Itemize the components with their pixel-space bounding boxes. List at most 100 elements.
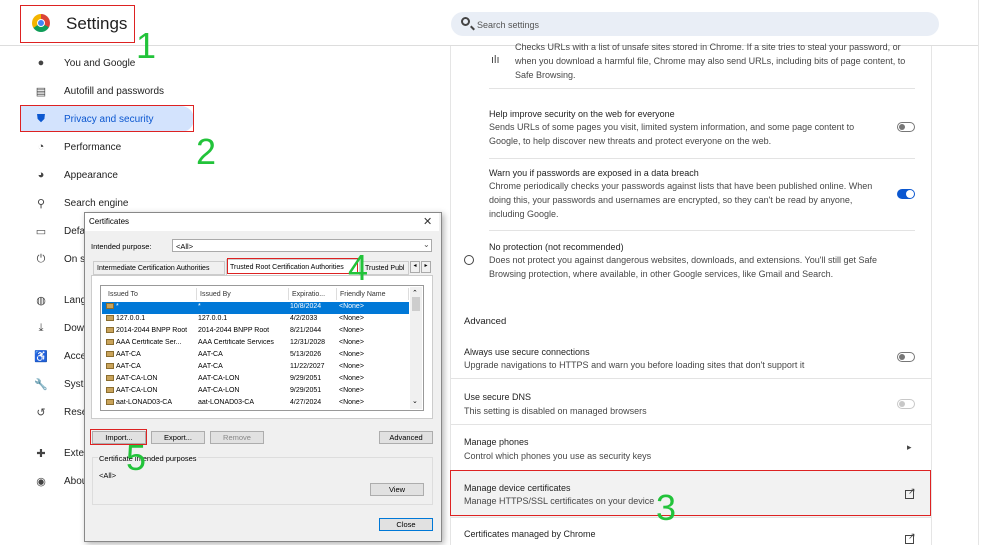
- list-scrollbar[interactable]: ⌃ ⌄: [410, 287, 422, 409]
- search-input[interactable]: [475, 12, 919, 38]
- no-protection-radio[interactable]: [464, 255, 474, 265]
- wrench-icon: 🔧: [34, 378, 48, 391]
- table-row[interactable]: AAT-CA-LON AAT-CA-LON 9/29/2051 <None>: [102, 386, 409, 398]
- table-cell: AAT-CA-LON: [106, 375, 196, 382]
- sidebar-item-label: Autofill and passwords: [64, 85, 165, 97]
- sidebar-item-label: Exte: [64, 447, 85, 459]
- password-breach-toggle[interactable]: [897, 189, 915, 199]
- view-button[interactable]: View: [370, 483, 424, 496]
- table-cell: <None>: [339, 339, 409, 346]
- table-row[interactable]: 2014-2044 BNPP Root 2014-2044 BNPP Root 8/…: [102, 326, 409, 338]
- divider: [489, 88, 915, 89]
- power-icon: ⏻: [36, 252, 46, 265]
- table-row[interactable]: AAT-CA AAT-CA 11/22/2027 <None>: [102, 362, 409, 374]
- table-cell: aat-LONAD03-CA: [198, 399, 288, 406]
- divider: [451, 424, 931, 425]
- sidebar-item-appearance[interactable]: ◕ Appearance: [20, 162, 194, 188]
- cell-text: *: [116, 303, 119, 310]
- cell-text: <None>: [339, 339, 364, 346]
- sidebar-item-you-and-google[interactable]: ● You and Google: [20, 50, 194, 76]
- column-expiration[interactable]: Expiratio...: [289, 288, 337, 300]
- cell-text: 9/29/2051: [290, 387, 322, 394]
- sidebar-item-performance[interactable]: ◔ Performance: [20, 134, 194, 160]
- cell-text: 2014-2044 BNPP Root: [116, 327, 188, 334]
- cell-text: AAT-CA: [198, 363, 223, 370]
- table-cell: *: [106, 303, 196, 310]
- table-cell: AAT-CA: [106, 363, 196, 370]
- cell-text: 8/21/2044: [290, 327, 322, 334]
- table-row[interactable]: AAA Certificate Ser... AAA Certificate Se…: [102, 338, 409, 350]
- close-icon[interactable]: ✕: [423, 215, 432, 228]
- cell-text: 12/31/2028: [290, 339, 326, 346]
- cell-text: *: [198, 303, 201, 310]
- column-friendly-name[interactable]: Friendly Name: [337, 288, 409, 300]
- cell-text: <None>: [339, 351, 364, 358]
- table-cell: AAA Certificate Services: [198, 339, 288, 346]
- manage-phones-title[interactable]: Manage phones: [464, 437, 529, 447]
- table-cell: AAT-CA-LON: [198, 387, 288, 394]
- table-cell: 4/27/2024: [290, 399, 336, 406]
- annotation-box-trusted-root-tab: [227, 258, 358, 274]
- search-bar[interactable]: [451, 12, 939, 38]
- tab-trusted-publishers[interactable]: Trusted Publ: [361, 261, 409, 275]
- close-button[interactable]: Close: [379, 518, 433, 531]
- tab-scroll-right-icon[interactable]: ▸: [421, 261, 431, 273]
- export-button[interactable]: Export...: [151, 431, 205, 444]
- advanced-heading: Advanced: [464, 316, 507, 327]
- secure-connections-toggle[interactable]: [897, 352, 915, 362]
- cell-text: <None>: [339, 363, 364, 370]
- sidebar-item-autofill[interactable]: ▤ Autofill and passwords: [20, 78, 194, 104]
- table-cell: 12/31/2028: [290, 339, 336, 346]
- cell-text: 5/13/2026: [290, 351, 322, 358]
- table-cell: <None>: [339, 303, 409, 310]
- table-cell: <None>: [339, 351, 409, 358]
- certificate-list[interactable]: Issued To Issued By Expiratio... Friendl…: [100, 285, 424, 411]
- sidebar-item-label: Defa: [64, 225, 86, 237]
- table-row[interactable]: * * 10/8/2024 <None>: [102, 302, 409, 314]
- table-row[interactable]: 127.0.0.1 127.0.0.1 4/2/2033 <None>: [102, 314, 409, 326]
- intended-purpose-select[interactable]: <All> ⌄: [172, 239, 432, 252]
- chevron-right-icon[interactable]: ▸: [907, 442, 912, 453]
- table-row[interactable]: AAT-CA-LON AAT-CA-LON 9/29/2051 <None>: [102, 374, 409, 386]
- table-cell: 5/13/2026: [290, 351, 336, 358]
- history-icon: ↺: [36, 406, 46, 419]
- help-improve-toggle[interactable]: [897, 122, 915, 132]
- cell-text: <None>: [339, 315, 364, 322]
- cell-text: aat-LONAD03-CA: [198, 399, 255, 406]
- certificate-icon: [106, 351, 114, 358]
- table-cell: <None>: [339, 399, 409, 406]
- table-row[interactable]: AAT-CA AAT-CA 5/13/2026 <None>: [102, 350, 409, 362]
- sidebar-item-label: Appearance: [64, 169, 118, 181]
- sidebar-item-label: On s: [64, 253, 86, 265]
- table-cell: <None>: [339, 375, 409, 382]
- cell-text: AAT-CA: [116, 363, 141, 370]
- no-protection-description: Does not protect you against dangerous w…: [489, 255, 877, 279]
- help-improve-description: Sends URLs of some pages you visit, limi…: [489, 122, 855, 146]
- purposes-label: Certificate intended purposes: [98, 454, 198, 463]
- page-scrollbar[interactable]: [978, 0, 979, 545]
- tab-intermediate-ca[interactable]: Intermediate Certification Authorities: [93, 261, 225, 275]
- chrome-certificates-title[interactable]: Certificates managed by Chrome: [464, 529, 596, 539]
- column-issued-by[interactable]: Issued By: [197, 288, 289, 300]
- dialog-titlebar[interactable]: [85, 213, 439, 231]
- help-improve-title: Help improve security on the web for eve…: [489, 109, 675, 119]
- cell-text: <None>: [339, 387, 364, 394]
- table-cell: 4/2/2033: [290, 315, 336, 322]
- cell-text: aat-LONAD03-CA: [116, 399, 173, 406]
- scroll-down-icon[interactable]: ⌄: [412, 397, 418, 405]
- secure-connections-description: Upgrade navigations to HTTPS and warn yo…: [464, 360, 805, 370]
- scroll-thumb[interactable]: [412, 297, 420, 311]
- certificate-icon: [106, 399, 114, 406]
- table-row[interactable]: aat-LONAD03-CA aat-LONAD03-CA 4/27/2024 <No…: [102, 398, 409, 410]
- remove-button: Remove: [210, 431, 264, 444]
- external-link-icon[interactable]: [905, 531, 916, 544]
- sidebar-item-label: Search engine: [64, 197, 129, 209]
- palette-icon: ◕: [37, 169, 45, 181]
- column-issued-to[interactable]: Issued To: [105, 288, 197, 300]
- cell-text: AAT-CA-LON: [198, 375, 240, 382]
- tab-scroll-left-icon[interactable]: ◂: [410, 261, 420, 273]
- step-number-1: 1: [136, 25, 157, 66]
- table-cell: 10/8/2024: [290, 303, 336, 310]
- advanced-button[interactable]: Advanced: [379, 431, 433, 444]
- scroll-up-icon[interactable]: ⌃: [412, 289, 418, 297]
